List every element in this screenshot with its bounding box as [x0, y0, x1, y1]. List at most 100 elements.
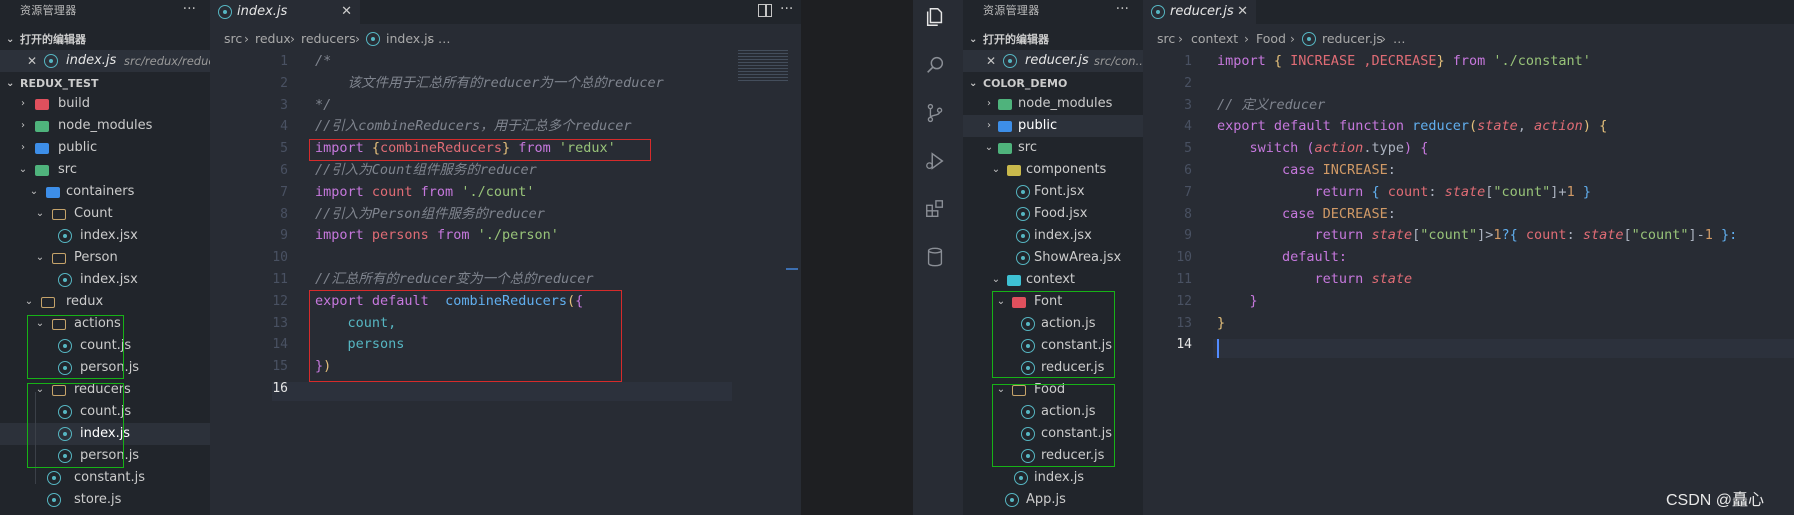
project-section[interactable]: ⌄ COLOR_DEMO [963, 74, 1143, 94]
react-file-icon [1016, 185, 1030, 199]
highlight-font-box [992, 291, 1115, 378]
close-icon[interactable]: ✕ [985, 50, 997, 72]
open-editor-item[interactable]: ✕ index.js src/redux/reducers [0, 50, 233, 72]
tree-item-constant[interactable]: constant.js [0, 467, 210, 489]
close-icon[interactable]: ✕ [341, 0, 352, 24]
breadcrumb-sep-icon: › [1290, 31, 1295, 46]
folder-icon [1007, 275, 1021, 286]
search-icon[interactable] [924, 54, 946, 76]
chevron-down-icon: ⌄ [969, 34, 978, 45]
tree-item-context[interactable]: ⌄ context [963, 269, 1143, 291]
highlight-actions-box [27, 315, 124, 379]
breadcrumb-reducers[interactable]: reducers [301, 29, 356, 49]
breadcrumb-food[interactable]: Food [1256, 29, 1286, 49]
tree-item-count-index[interactable]: index.jsx [0, 225, 210, 247]
project-section[interactable]: ⌄ REDUX_TEST [0, 74, 210, 94]
tree-item-person-index[interactable]: index.jsx [0, 269, 210, 291]
files-icon[interactable] [924, 6, 946, 28]
breadcrumb-context[interactable]: context [1191, 29, 1238, 49]
highlight-food-box [992, 384, 1115, 467]
tree-item-node-modules[interactable]: › node_modules [0, 115, 210, 137]
tree-item-index-jsx[interactable]: index.jsx [963, 225, 1143, 247]
tree-item-store[interactable]: store.js [0, 489, 210, 511]
tree-item-build[interactable]: › build [0, 93, 210, 115]
breadcrumb-redux[interactable]: redux [255, 29, 291, 49]
line-number: 8 [1184, 206, 1192, 222]
tree-item-font-jsx[interactable]: Font.jsx [963, 181, 1143, 203]
open-editors-section[interactable]: ⌄ 打开的编辑器 [963, 30, 1143, 50]
chevron-right-icon: › [987, 120, 991, 131]
react-file-icon [1005, 493, 1019, 507]
tab-index-js[interactable]: index.js ✕ [210, 0, 360, 24]
breadcrumb-more[interactable]: … [438, 29, 451, 49]
minimap [738, 50, 788, 82]
chevron-down-icon: ⌄ [24, 296, 34, 307]
code-line: //引入为Count组件服务的reducer [315, 162, 537, 178]
run-debug-icon[interactable] [924, 150, 946, 172]
chevron-right-icon: › [21, 120, 25, 131]
tree-item-food-jsx[interactable]: Food.jsx [963, 203, 1143, 225]
tree-item-src[interactable]: ⌄ src [0, 159, 210, 181]
more-actions-icon[interactable]: ··· [780, 1, 793, 17]
breadcrumb-file[interactable]: reducer.js [1322, 29, 1383, 49]
tab-reducer-js[interactable]: reducer.js ✕ [1143, 0, 1256, 24]
code-line: } [1217, 314, 1226, 331]
line-number: 11 [1176, 272, 1192, 287]
chevron-down-icon: ⌄ [29, 186, 39, 197]
open-editors-section[interactable]: ⌄ 打开的编辑器 [0, 30, 210, 50]
code-line: default: [1217, 249, 1348, 266]
code-line: import { INCREASE ,DECREASE} from './con… [1217, 53, 1591, 69]
line-number: 4 [280, 119, 288, 135]
breadcrumb-src[interactable]: src [1157, 29, 1175, 49]
chevron-down-icon: ⌄ [18, 164, 28, 175]
tree-item-count-folder[interactable]: ⌄ Count [0, 203, 210, 225]
chevron-right-icon: › [21, 142, 25, 153]
breadcrumb-sep-icon: › [290, 31, 295, 46]
more-actions-icon[interactable]: ··· [1116, 0, 1129, 18]
tree-item-person-folder[interactable]: ⌄ Person [0, 247, 210, 269]
breadcrumb-more[interactable]: … [1393, 29, 1406, 49]
code-line: case DECREASE: [1217, 205, 1396, 222]
tree-item-public[interactable]: › public [963, 115, 1143, 137]
tree-item-src[interactable]: ⌄ src [963, 137, 1143, 159]
line-number: 10 [1176, 250, 1192, 266]
code-line: /* [315, 53, 332, 69]
react-file-icon [1016, 229, 1030, 243]
react-file-icon [47, 471, 61, 485]
line-number: 13 [272, 315, 288, 331]
close-icon[interactable]: ✕ [1237, 0, 1248, 24]
tree-item-public[interactable]: › public [0, 137, 210, 159]
folder-icon [35, 121, 49, 132]
chevron-down-icon: ⌄ [991, 164, 1001, 175]
tree-item-showarea-jsx[interactable]: ShowArea.jsx [963, 247, 1143, 269]
breadcrumb-src[interactable]: src [224, 29, 242, 49]
line-number-current: 14 [1176, 337, 1192, 353]
react-file-icon [1016, 207, 1030, 221]
folder-icon [35, 99, 49, 110]
tree-item-redux[interactable]: ⌄ redux [0, 291, 210, 313]
breadcrumb-sep-icon: › [1244, 31, 1249, 46]
database-icon[interactable] [924, 246, 946, 268]
more-actions-icon[interactable]: ··· [183, 0, 196, 18]
extensions-icon[interactable] [924, 198, 946, 220]
source-control-icon[interactable] [924, 102, 946, 124]
code-line: return state["count"]>1?{ count: state["… [1217, 227, 1738, 244]
tree-item-app[interactable]: App.js [963, 489, 1143, 511]
folder-icon [35, 165, 49, 176]
tree-item-containers[interactable]: ⌄ containers [0, 181, 210, 203]
tree-item-context-index[interactable]: index.js [963, 467, 1143, 489]
code-line: switch (action.type) { [1217, 140, 1429, 157]
open-editor-item[interactable]: ✕ reducer.js src/con... [963, 50, 1147, 72]
breadcrumb-sep-icon: › [1381, 31, 1386, 46]
line-number: 12 [272, 293, 288, 309]
text-cursor [1217, 339, 1219, 358]
react-file-icon [218, 5, 232, 19]
line-number: 1 [280, 54, 288, 69]
tree-item-node-modules[interactable]: › node_modules [963, 93, 1143, 115]
react-file-icon [1014, 471, 1028, 485]
close-icon[interactable]: ✕ [26, 50, 38, 72]
code-line: */ [315, 96, 332, 113]
tree-item-components[interactable]: ⌄ components [963, 159, 1143, 181]
line-number: 7 [1184, 184, 1192, 200]
highlight-reducers-box [27, 383, 124, 468]
